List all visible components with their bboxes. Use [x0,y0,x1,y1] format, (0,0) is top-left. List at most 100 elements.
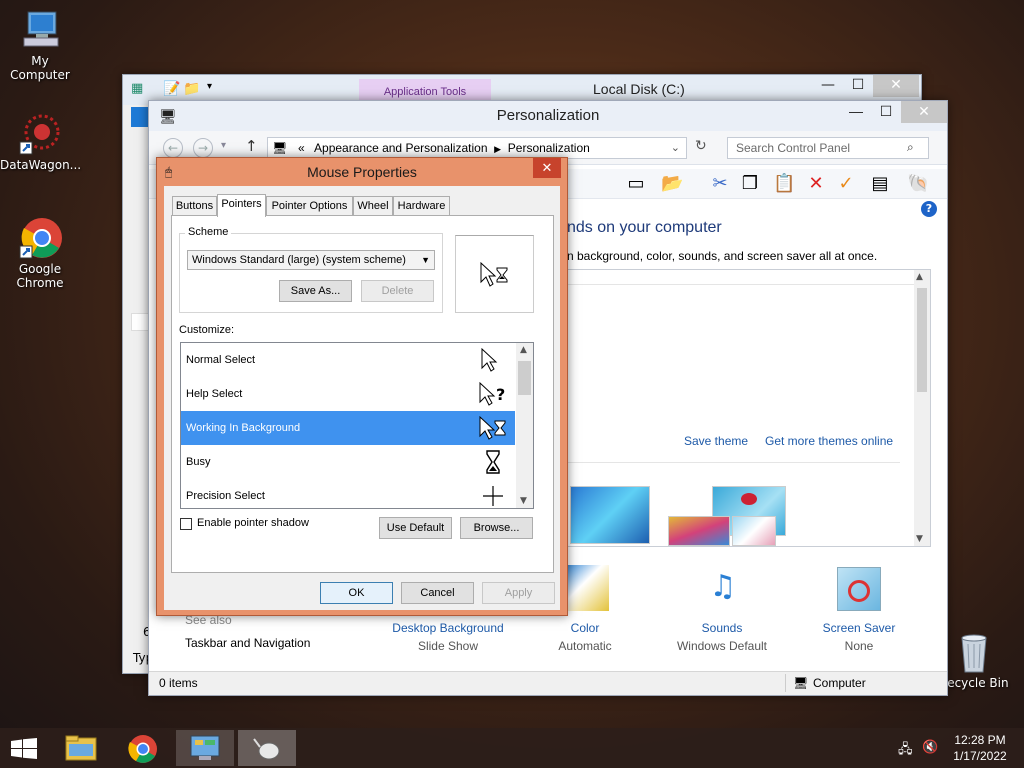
theme-thumbnail[interactable] [732,516,776,546]
quick-access-dropdown-icon[interactable]: ▾ [207,81,212,92]
chrome-taskbar-button[interactable] [114,730,172,766]
close-button[interactable]: ✕ [901,101,947,123]
address-dropdown-icon[interactable]: ⌄ [671,138,680,158]
tab-buttons[interactable]: Buttons [172,196,217,216]
scroll-up-icon[interactable]: ▲ [520,345,527,355]
sounds-icon[interactable]: ♫ [699,567,747,611]
theme-thumbnail[interactable] [570,486,650,544]
help-icon[interactable]: ? [921,201,937,217]
explorer-ribbon-tab[interactable] [131,107,149,127]
properties-icon[interactable]: ▤ [869,173,891,195]
taskbar-navigation-link[interactable]: Taskbar and Navigation [185,636,310,650]
taskbar: 🖧 🔇 12:28 PM 1/17/2022 [0,728,1024,768]
breadcrumb-separator-icon[interactable]: ▶ [494,144,501,154]
control-panel-taskbar-button[interactable] [176,730,234,766]
search-input[interactable]: Search Control Panel [727,137,929,159]
item-subtitle: None [844,639,874,653]
breadcrumb-item[interactable]: Personalization [508,141,590,155]
chevron-down-icon: ▼ [421,255,430,265]
close-button[interactable]: ✕ [873,75,919,97]
properties-icon[interactable]: 📝 [163,81,180,97]
recent-dropdown-icon[interactable]: ▾ [221,140,226,151]
address-bar[interactable]: 🖥 « Appearance and Personalization ▶ Per… [267,137,687,159]
save-as-button[interactable]: Save As... [279,280,352,302]
scheme-select[interactable]: Windows Standard (large) (system scheme)… [187,250,435,270]
apply-button[interactable]: Apply [482,582,555,604]
mouse-icon: 🖱 [165,165,173,179]
forward-icon[interactable]: → [193,138,213,158]
tab-hardware[interactable]: Hardware [393,196,450,216]
screen-saver-item[interactable]: Screen Saver None [794,621,924,653]
delete-button[interactable]: Delete [361,280,434,302]
layout-icon[interactable]: ▭ [625,173,647,195]
scroll-thumb[interactable] [518,361,531,395]
file-explorer-taskbar-button[interactable] [52,730,110,766]
network-icon[interactable]: 🖧 [898,740,913,762]
minimize-button[interactable]: — [813,75,843,97]
no-entry-icon [848,580,870,602]
cursor-preview [455,235,534,313]
mouse-properties-taskbar-button[interactable] [238,730,296,766]
tab-pointer-options[interactable]: Pointer Options [266,196,353,216]
cursor-list-scrollbar[interactable]: ▲ ▼ [516,343,533,508]
sounds-item[interactable]: Sounds Windows Default [657,621,787,653]
theme-thumbnail[interactable] [668,516,730,546]
scroll-down-icon[interactable]: ▼ [916,534,923,544]
refresh-icon[interactable]: ↻ [695,138,707,154]
cancel-button[interactable]: Cancel [401,582,474,604]
breadcrumb-item[interactable]: Appearance and Personalization [314,141,487,155]
color-item[interactable]: Color Automatic [520,621,650,653]
use-default-button[interactable]: Use Default [379,517,452,539]
cursor-row-precision-select[interactable]: Precision Select [181,479,515,508]
paste-icon[interactable]: 📋 [773,173,795,195]
folder-options-icon[interactable]: 📂 [661,173,683,195]
volume-muted-icon[interactable]: 🔇 [922,740,938,755]
close-button[interactable]: ✕ [533,158,561,178]
breadcrumb-prefix: « [298,141,305,155]
back-icon[interactable]: ← [163,138,183,158]
personalization-titlebar[interactable]: 🖥 Personalization — ☐ ✕ [149,101,947,131]
cursor-row-busy[interactable]: Busy [181,445,515,479]
desktop-icon-chrome[interactable]: Google Chrome [0,216,80,290]
scroll-thumb[interactable] [917,288,927,392]
search-icon[interactable]: ⌕ [907,140,914,155]
check-icon[interactable]: ✓ [835,173,857,195]
clock[interactable]: 12:28 PM 1/17/2022 [944,733,1016,763]
delete-icon[interactable]: ✕ [805,173,827,195]
up-arrow-icon[interactable]: ↑ [245,137,258,155]
tab-pointers[interactable]: Pointers [217,194,266,217]
screen-saver-icon[interactable] [837,567,881,611]
desktop-icon-my-computer[interactable]: My Computer [0,8,80,82]
enable-shadow-checkbox[interactable] [180,518,192,530]
cursor-name: Precision Select [186,490,265,502]
browse-button[interactable]: Browse... [460,517,533,539]
minimize-button[interactable]: — [841,101,871,123]
shell-icon[interactable]: 🐚 [907,173,929,195]
item-title: Color [570,621,600,635]
tab-wheel[interactable]: Wheel [353,196,393,216]
ok-button[interactable]: OK [320,582,393,604]
mouse-properties-dialog[interactable]: 🖱 Mouse Properties ✕ Buttons Pointers Po… [156,157,568,616]
scroll-down-icon[interactable]: ▼ [520,496,527,506]
dialog-titlebar[interactable]: 🖱 Mouse Properties ✕ [157,158,567,186]
themes-scrollbar[interactable]: ▲ ▼ [914,270,930,546]
cursor-row-working-in-background[interactable]: Working In Background [181,411,515,445]
recycle-bin-icon [952,630,996,674]
start-button[interactable] [0,730,48,766]
copy-icon[interactable]: ❐ [739,173,761,195]
get-more-themes-link[interactable]: Get more themes online [765,434,893,448]
folder-icon[interactable]: 📁 [183,81,200,97]
maximize-button[interactable]: ☐ [843,75,873,97]
cursor-list[interactable]: Normal Select Help Select ? Working In B… [180,342,534,509]
cut-icon[interactable]: ✂ [709,173,731,195]
themes-list[interactable]: ▲ ▼ Save theme Get more themes online [555,269,931,547]
desktop-icon-datawagon[interactable]: DataWagon... [0,112,81,172]
save-theme-link[interactable]: Save theme [684,434,748,448]
maximize-button[interactable]: ☐ [871,101,901,123]
desktop-background-item[interactable]: Desktop Background Slide Show [383,621,513,653]
cursor-row-normal-select[interactable]: Normal Select [181,343,515,377]
scroll-up-icon[interactable]: ▲ [916,272,923,282]
color-palette-icon[interactable] [567,565,609,611]
item-title: Desktop Background [392,621,504,635]
cursor-row-help-select[interactable]: Help Select ? [181,377,515,411]
